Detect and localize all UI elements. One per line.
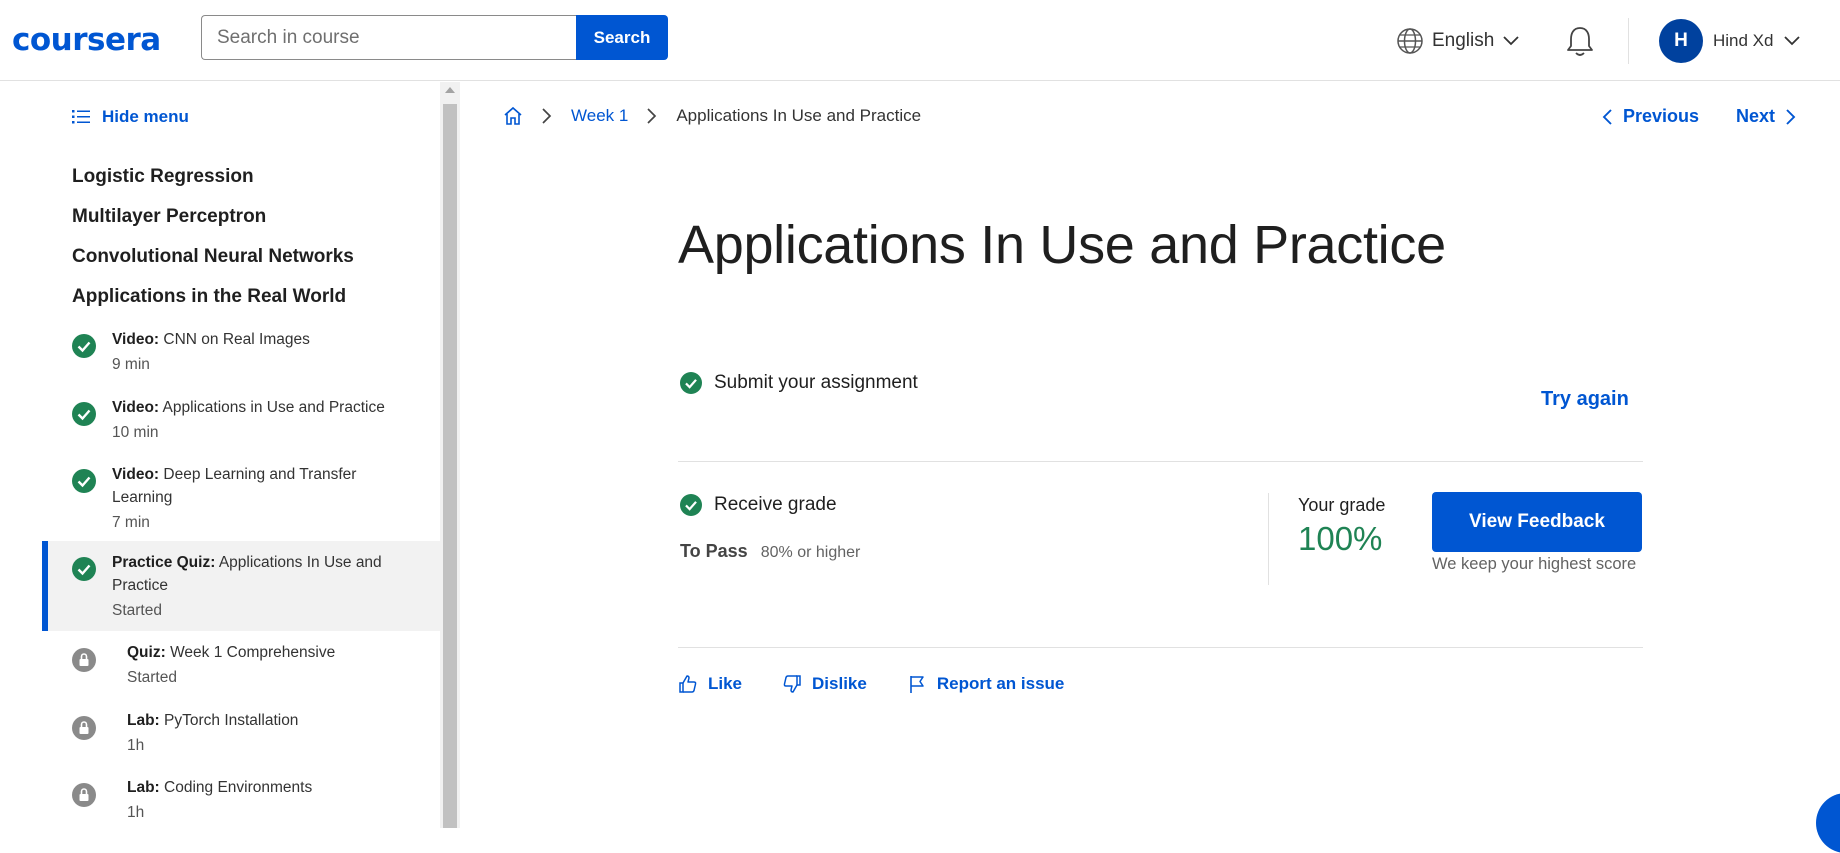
user-menu[interactable]: H Hind Xd	[1659, 18, 1801, 63]
top-header: coursera Search English H Hind Xd	[0, 0, 1840, 81]
chevron-right-icon	[1786, 108, 1796, 125]
item-title: Week 1 Comprehensive	[170, 644, 336, 661]
report-issue-label: Report an issue	[936, 674, 1065, 693]
to-pass-info: To Pass 80% or higher	[680, 541, 860, 562]
receive-grade-label: Receive grade	[714, 494, 837, 515]
chevron-left-icon	[1602, 108, 1612, 125]
scroll-up-arrow-icon[interactable]	[445, 87, 455, 93]
next-button[interactable]: Next	[1736, 106, 1797, 127]
check-circle-icon	[72, 469, 96, 493]
submit-step-label: Submit your assignment	[714, 372, 918, 393]
thumbs-up-icon	[679, 675, 697, 693]
check-circle-icon	[72, 334, 96, 358]
sidebar-scrollbar[interactable]	[440, 82, 460, 828]
list-item[interactable]: Video: Deep Learning and Transfer Learni…	[42, 463, 440, 549]
check-circle-icon	[72, 557, 96, 581]
item-meta: Started	[127, 669, 177, 686]
list-icon	[72, 110, 90, 124]
search-button[interactable]: Search	[576, 15, 668, 60]
item-type: Practice Quiz:	[112, 554, 216, 571]
chevron-down-icon	[1784, 35, 1801, 45]
hide-menu-label: Hide menu	[102, 107, 189, 126]
chevron-right-icon	[542, 108, 552, 124]
chevron-down-icon	[1503, 36, 1519, 46]
item-type: Lab:	[127, 712, 160, 729]
list-item[interactable]: Video: CNN on Real Images 9 min	[42, 328, 440, 392]
receive-grade-step: Receive grade	[680, 494, 837, 516]
help-chat-button[interactable]	[1816, 793, 1840, 853]
item-type: Video:	[112, 399, 160, 416]
section-divider	[678, 461, 1643, 462]
lock-icon	[72, 648, 96, 672]
list-item-active[interactable]: Practice Quiz: Applications In Use and P…	[42, 541, 440, 631]
globe-icon	[1397, 28, 1423, 54]
grade-divider	[1268, 493, 1269, 585]
header-divider	[1628, 18, 1629, 64]
previous-button[interactable]: Previous	[1601, 106, 1699, 127]
language-label: English	[1432, 30, 1495, 51]
like-button[interactable]: Like	[678, 674, 742, 694]
previous-label: Previous	[1623, 106, 1700, 126]
grade-value: 100%	[1298, 520, 1383, 557]
hide-menu-button[interactable]: Hide menu	[72, 107, 189, 127]
next-label: Next	[1736, 106, 1776, 126]
lock-icon	[72, 783, 96, 807]
module-multilayer-perceptron[interactable]: Multilayer Perceptron	[72, 206, 266, 228]
your-grade-label: Your grade	[1298, 495, 1386, 515]
report-issue-button[interactable]: Report an issue	[907, 674, 1065, 694]
item-meta: 9 min	[112, 356, 150, 373]
try-again-button[interactable]: Try again	[1541, 388, 1629, 411]
breadcrumb-current: Applications In Use and Practice	[676, 106, 922, 125]
view-feedback-button[interactable]: View Feedback	[1432, 492, 1642, 552]
thumbs-down-icon	[783, 675, 801, 693]
check-circle-icon	[680, 494, 702, 516]
coursera-logo[interactable]: coursera	[12, 22, 161, 58]
keep-score-note: We keep your highest score	[1432, 555, 1637, 573]
list-item[interactable]: Lab: PyTorch Installation 1h	[42, 709, 440, 773]
item-meta: 10 min	[112, 424, 159, 441]
dislike-label: Dislike	[812, 674, 867, 693]
breadcrumb-week-link[interactable]: Week 1	[571, 106, 628, 126]
item-title: CNN on Real Images	[163, 331, 310, 348]
home-icon[interactable]	[503, 106, 523, 126]
item-meta: Started	[112, 602, 162, 619]
list-item[interactable]: Quiz: Week 1 Comprehensive Started	[42, 641, 440, 705]
like-label: Like	[708, 674, 743, 693]
search-input[interactable]	[201, 15, 577, 60]
lock-icon	[72, 716, 96, 740]
item-type: Video:	[112, 466, 160, 483]
item-title: Applications in Use and Practice	[162, 399, 385, 416]
to-pass-value: 80% or higher	[760, 544, 861, 561]
breadcrumb: Week 1 Applications In Use and Practice	[503, 106, 921, 126]
item-meta: 1h	[127, 804, 145, 821]
scrollbar-thumb[interactable]	[443, 104, 457, 828]
item-title: PyTorch Installation	[164, 712, 299, 729]
chevron-right-icon	[647, 108, 657, 124]
item-title: Coding Environments	[164, 779, 313, 796]
check-circle-icon	[680, 372, 702, 394]
to-pass-label: To Pass	[680, 541, 748, 561]
flag-icon	[910, 676, 924, 693]
item-type: Quiz:	[127, 644, 166, 661]
feedback-actions: Like Dislike Report an issue	[678, 674, 1064, 694]
list-item[interactable]: Video: Applications in Use and Practice …	[42, 396, 440, 460]
section-divider	[678, 647, 1643, 648]
user-name: Hind Xd	[1713, 30, 1774, 50]
item-meta: 1h	[127, 737, 145, 754]
item-type: Lab:	[127, 779, 160, 796]
check-circle-icon	[72, 402, 96, 426]
module-applications-real-world[interactable]: Applications in the Real World	[72, 286, 346, 308]
item-meta: 7 min	[112, 514, 150, 531]
notification-bell-icon[interactable]	[1564, 24, 1596, 58]
module-logistic-regression[interactable]: Logistic Regression	[72, 166, 254, 188]
dislike-button[interactable]: Dislike	[782, 674, 867, 694]
item-type: Video:	[112, 331, 160, 348]
module-convolutional-neural-networks[interactable]: Convolutional Neural Networks	[72, 246, 354, 268]
submit-step: Submit your assignment	[680, 372, 918, 394]
avatar: H	[1659, 18, 1703, 63]
language-selector[interactable]: English	[1396, 26, 1520, 56]
page-title: Applications In Use and Practice	[678, 215, 1446, 275]
list-item[interactable]: Lab: Coding Environments 1h	[42, 776, 440, 828]
course-sidebar: Hide menu Logistic Regression Multilayer…	[0, 82, 440, 828]
